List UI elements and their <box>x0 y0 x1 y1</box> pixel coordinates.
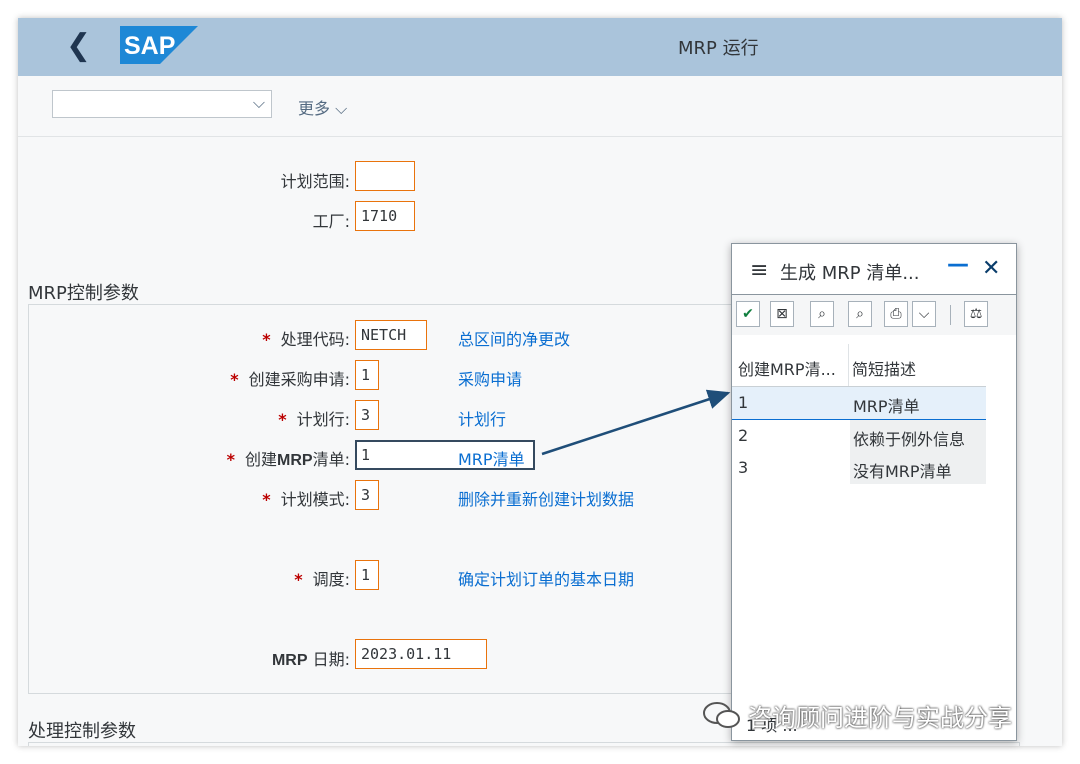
mrp-date-label: MRP 日期: <box>271 650 350 669</box>
chevron-down-icon: ⌵ <box>252 93 265 112</box>
toolbar: ⌵ 更多 ⌵ <box>18 76 1062 137</box>
menu-icon[interactable]: ≡ <box>750 258 768 283</box>
create-mrp-list-value: 1 <box>361 446 371 464</box>
minimize-icon[interactable]: — <box>947 252 969 277</box>
column-header-description[interactable]: 简短描述 <box>852 356 916 380</box>
value-list: 创建MRP清... 简短描述 1 MRP清单 2 依赖于例外信息 3 没有MRP… <box>732 344 986 484</box>
schedule-lines-label: * 计划行: <box>278 410 350 429</box>
filter-icon[interactable]: ⚖ <box>964 301 988 327</box>
more-button[interactable]: 更多 ⌵ <box>298 95 347 119</box>
chevron-down-icon[interactable]: ⌵ <box>912 301 936 327</box>
list-item-text: MRP清单 <box>850 387 986 419</box>
create-mrp-list-desc: MRP清单 <box>458 450 525 469</box>
processing-code-desc: 总区间的净更改 <box>458 330 571 349</box>
plant-input[interactable]: 1710 <box>355 201 415 231</box>
close-icon[interactable]: ✕ <box>982 256 1000 281</box>
print-icon[interactable]: ⎙ <box>884 301 908 327</box>
toolbar-divider <box>950 305 951 325</box>
planning-mode-label: * 计划模式: <box>262 490 350 509</box>
mrp-section-title: MRP控制参数 <box>28 283 139 304</box>
list-item-code: 3 <box>738 458 749 477</box>
processing-section-title: 处理控制参数 <box>28 721 136 742</box>
list-item[interactable]: 2 依赖于例外信息 <box>732 420 986 452</box>
list-item-text: 没有MRP清单 <box>850 452 986 484</box>
list-item-text: 依赖于例外信息 <box>850 420 986 452</box>
list-item-code: 2 <box>738 426 749 445</box>
create-mrp-list-label: * 创建MRP清单: <box>226 450 350 469</box>
planning-mode-input[interactable]: 3 <box>355 480 379 510</box>
check-icon[interactable]: ✔ <box>736 301 760 327</box>
processing-code-input[interactable]: NETCH <box>355 320 427 350</box>
search-plus-icon[interactable]: ⌕ <box>848 301 872 327</box>
processing-section-panel <box>28 742 1020 746</box>
shell-bar: ❮ SAP MRP 运行 <box>18 18 1062 76</box>
scheduling-label: * 调度: <box>294 570 350 589</box>
column-header-code[interactable]: 创建MRP清... <box>738 356 844 380</box>
more-label: 更多 <box>298 99 331 118</box>
processing-code-label: * 处理代码: <box>262 330 350 349</box>
wechat-icon <box>703 702 740 728</box>
list-item[interactable]: 3 没有MRP清单 <box>732 452 986 484</box>
watermark-text: 咨询顾问进阶与实战分享 <box>748 704 1012 732</box>
dialog-title: 生成 MRP 清单... <box>780 263 920 284</box>
sap-logo-text: SAP <box>124 32 175 60</box>
variant-select[interactable]: ⌵ <box>52 90 272 118</box>
list-item-code: 1 <box>738 393 749 412</box>
cancel-icon[interactable]: ⊠ <box>770 301 794 327</box>
value-list-header: 创建MRP清... 简短描述 <box>732 344 986 387</box>
mrp-date-input[interactable]: 2023.01.11 <box>355 639 487 669</box>
sap-logo[interactable]: SAP <box>120 26 198 64</box>
plan-scope-input[interactable] <box>355 161 415 191</box>
schedule-lines-desc: 计划行 <box>458 410 507 429</box>
plan-scope-label: 计划范围: <box>280 172 350 191</box>
plant-label: 工厂: <box>312 212 350 231</box>
create-pr-desc: 采购申请 <box>458 370 523 389</box>
scheduling-desc: 确定计划订单的基本日期 <box>458 570 635 589</box>
list-item[interactable]: 1 MRP清单 <box>732 387 986 420</box>
schedule-lines-input[interactable]: 3 <box>355 400 379 430</box>
page-title: MRP 运行 <box>678 38 759 59</box>
planning-mode-desc: 删除并重新创建计划数据 <box>458 490 635 509</box>
column-divider <box>848 344 849 386</box>
chevron-down-icon: ⌵ <box>335 99 348 118</box>
scheduling-input[interactable]: 1 <box>355 560 379 590</box>
create-pr-input[interactable]: 1 <box>355 360 379 390</box>
dialog-toolbar: ✔ ⊠ ⌕ ⌕ ⎙ ⌵ ⚖ <box>732 294 1016 335</box>
dialog-header: ≡ 生成 MRP 清单... — ✕ <box>732 244 1016 294</box>
create-pr-label: * 创建采购申请: <box>230 370 350 389</box>
search-icon[interactable]: ⌕ <box>810 301 834 327</box>
back-icon[interactable]: ❮ <box>66 28 91 64</box>
value-help-dialog: ≡ 生成 MRP 清单... — ✕ ✔ ⊠ ⌕ ⌕ ⎙ ⌵ ⚖ 创建MRP清.… <box>731 243 1017 741</box>
